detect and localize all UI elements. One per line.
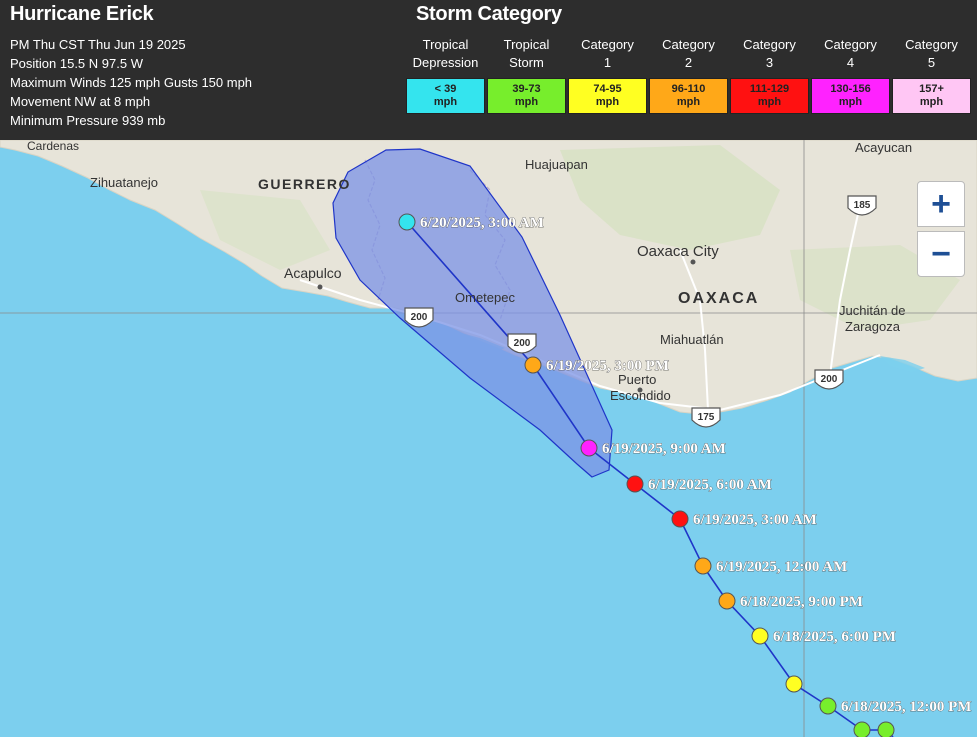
place-label-huajuapan: Huajuapan: [525, 157, 588, 172]
legend-tropical-depression: Tropical Depression < 39 mph: [405, 36, 486, 114]
legend-range: < 39: [434, 83, 457, 95]
legend-label: Category: [743, 37, 796, 52]
place-label-oaxaca-city: Oaxaca City: [637, 243, 719, 260]
city-dot: [637, 387, 643, 393]
legend-label: Depression: [412, 55, 479, 70]
legend-unit: mph: [595, 96, 620, 108]
legend-unit: mph: [676, 96, 701, 108]
place-label-puerto: Puerto: [618, 372, 656, 387]
legend-label: Category: [662, 37, 715, 52]
track-point[interactable]: [671, 510, 689, 528]
legend-range: 130-156: [830, 83, 871, 95]
track-point[interactable]: [785, 675, 803, 693]
legend-category-2: Category 2 96-110 mph: [648, 36, 729, 114]
storm-movement: Movement NW at 8 mph: [10, 94, 151, 109]
legend-unit: mph: [838, 96, 863, 108]
storm-position: Position 15.5 N 97.5 W: [10, 56, 143, 71]
legend-swatch: 74-95 mph: [568, 78, 647, 114]
place-label-juchitan: Juchitán de: [839, 303, 906, 318]
place-label-zihuatanejo: Zihuatanejo: [90, 175, 158, 190]
shield-number: 175: [698, 412, 715, 423]
shield-number: 185: [854, 200, 871, 211]
track-point[interactable]: [626, 475, 644, 493]
track-point-label: 6/19/2025, 3:00 AM: [693, 512, 817, 528]
track-point-label: 6/19/2025, 9:00 AM: [602, 441, 726, 457]
legend-label: Tropical: [422, 37, 469, 52]
city-dot: [317, 284, 323, 290]
highway-shield-200: 200: [404, 307, 434, 328]
track-point[interactable]: [751, 627, 769, 645]
track-point[interactable]: [524, 356, 542, 374]
track-point-label: 6/18/2025, 6:00 PM: [773, 629, 896, 645]
legend-range: 74-95: [593, 83, 622, 95]
city-dot: [690, 259, 696, 265]
legend-label: Category: [581, 37, 634, 52]
legend-label: 3: [765, 55, 774, 70]
track-point[interactable]: [853, 721, 871, 737]
legend-label: 2: [684, 55, 693, 70]
place-label-zaragoza: Zaragoza: [845, 319, 901, 334]
legend-unit: mph: [757, 96, 782, 108]
legend-swatch: 157+ mph: [892, 78, 971, 114]
legend-label: Tropical: [503, 37, 550, 52]
place-label-acayucan: Acayucan: [855, 140, 912, 155]
legend-label: Category: [905, 37, 958, 52]
track-point-label: 6/20/2025, 3:00 AM: [420, 215, 544, 231]
legend-swatch: 39-73 mph: [487, 78, 566, 114]
legend-label: 4: [846, 55, 855, 70]
legend-unit: mph: [919, 96, 944, 108]
highway-shield-175: 175: [691, 407, 721, 428]
min-pressure: Minimum Pressure 939 mb: [10, 113, 166, 128]
highway-shield-200: 200: [507, 333, 537, 354]
track-point[interactable]: [580, 439, 598, 457]
track-point-label: 6/18/2025, 12:00 PM: [841, 699, 971, 715]
legend-label: Category: [824, 37, 877, 52]
track-point[interactable]: [398, 213, 416, 231]
place-label-ometepec: Ometepec: [455, 290, 515, 305]
legend-swatch: 111-129 mph: [730, 78, 809, 114]
place-label-acapulco: Acapulco: [284, 265, 342, 281]
shield-number: 200: [411, 312, 428, 323]
legend-range: 39-73: [512, 83, 541, 95]
legend-category-1: Category 1 74-95 mph: [567, 36, 648, 114]
legend-tropical-storm: Tropical Storm 39-73 mph: [486, 36, 567, 114]
advisory-time: PM Thu CST Thu Jun 19 2025: [10, 37, 186, 52]
shield-number: 200: [821, 374, 838, 385]
legend-range: 157+: [919, 83, 944, 95]
track-point-label: 6/18/2025, 9:00 PM: [740, 594, 863, 610]
storm-title: Hurricane Erick: [10, 3, 154, 25]
legend-category-3: Category 3 111-129 mph: [729, 36, 810, 114]
legend-label: 1: [603, 55, 612, 70]
legend-category-5: Category 5 157+ mph: [891, 36, 972, 114]
info-header: Hurricane Erick PM Thu CST Thu Jun 19 20…: [0, 0, 977, 140]
legend-swatch: 96-110 mph: [649, 78, 728, 114]
legend-swatch: 130-156 mph: [811, 78, 890, 114]
zoom-out-button[interactable]: −: [917, 231, 965, 277]
place-label-cardenas: Cardenas: [27, 140, 79, 153]
highway-shield-200: 200: [814, 369, 844, 390]
track-point-label: 6/19/2025, 6:00 AM: [648, 477, 772, 493]
max-winds: Maximum Winds 125 mph Gusts 150 mph: [10, 75, 253, 90]
legend-title: Storm Category: [416, 3, 562, 25]
legend-range: 96-110: [671, 83, 706, 95]
shield-number: 200: [514, 338, 531, 349]
track-point[interactable]: [819, 697, 837, 715]
track-point[interactable]: [694, 557, 712, 575]
state-label-guerrero: GUERRERO: [258, 176, 351, 192]
track-point[interactable]: [718, 592, 736, 610]
zoom-in-button[interactable]: +: [917, 181, 965, 227]
legend-category-4: Category 4 130-156 mph: [810, 36, 891, 114]
state-label-oaxaca: OAXACA: [678, 290, 759, 307]
map-canvas[interactable]: 6/20/2025, 3:00 AM 6/19/2025, 3:00 PM 6/19…: [0, 140, 977, 737]
highway-shield-185: 185: [847, 195, 877, 216]
legend-swatch: < 39 mph: [406, 78, 485, 114]
legend-unit: mph: [433, 96, 458, 108]
legend-range: 111-129: [749, 83, 790, 95]
place-label-miahuatlan: Miahuatlán: [660, 332, 724, 347]
track-point[interactable]: [877, 721, 895, 737]
legend-label: 5: [927, 55, 936, 70]
track-point-label: 6/19/2025, 12:00 AM: [716, 559, 847, 575]
legend-label: Storm: [509, 55, 544, 70]
legend-unit: mph: [514, 96, 539, 108]
